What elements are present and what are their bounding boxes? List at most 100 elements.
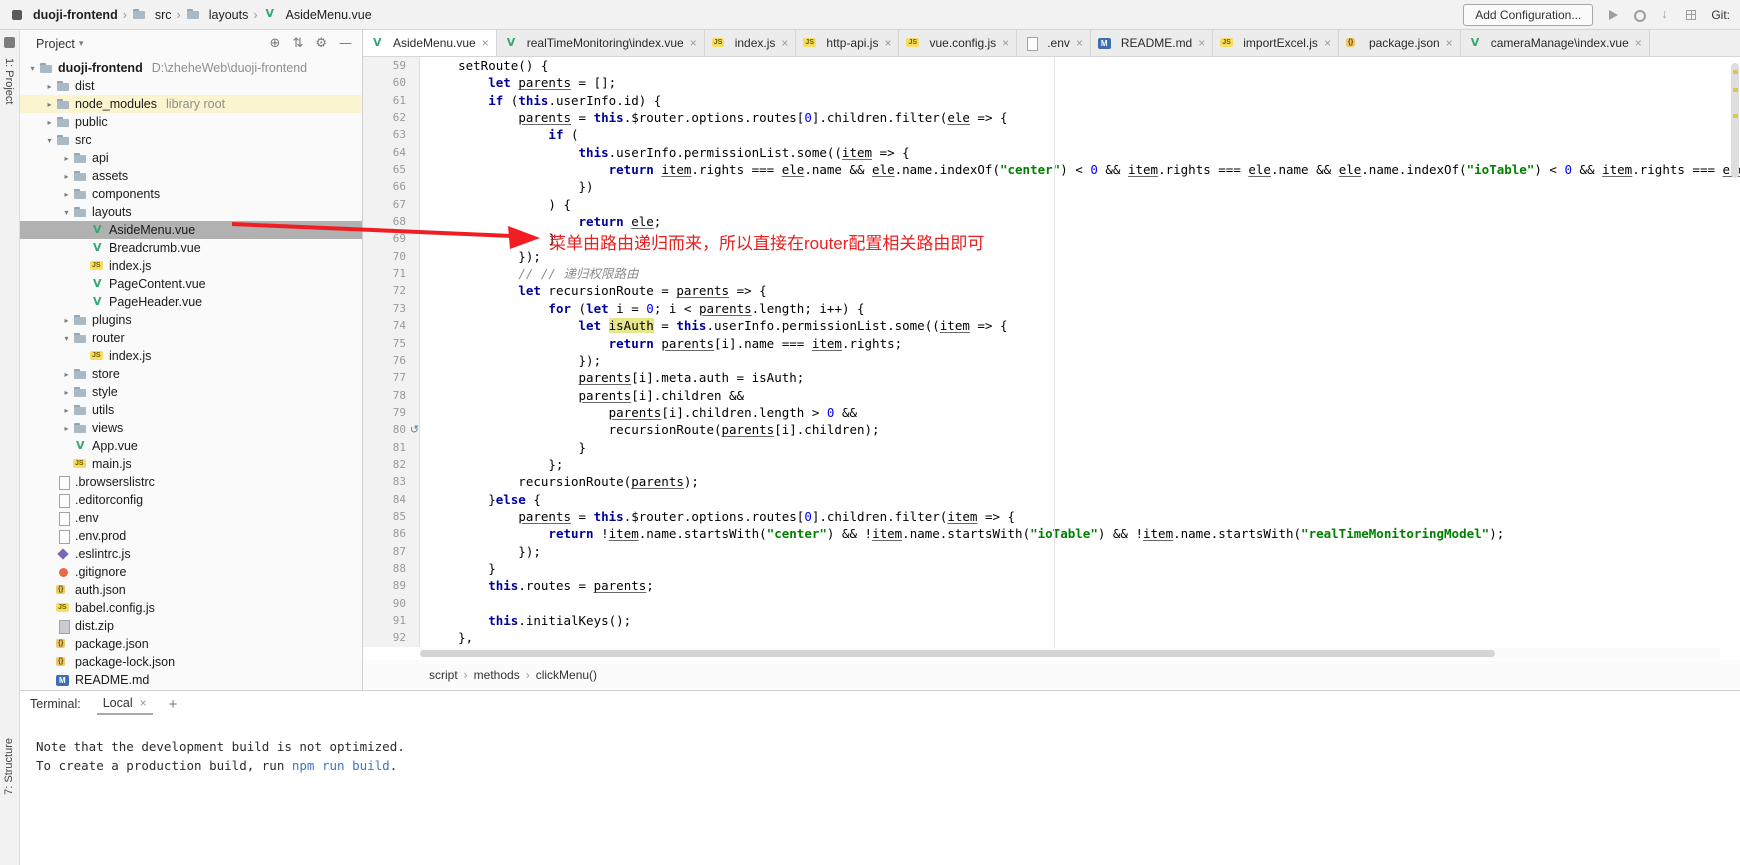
breadcrumb-item-src[interactable]: src: [132, 8, 172, 22]
tree-item-src[interactable]: src: [20, 131, 362, 149]
editor-breadcrumb-item-script[interactable]: script: [429, 668, 458, 682]
code-line[interactable]: 86 return !item.name.startsWith("center"…: [363, 525, 1740, 542]
tool-window-project-button[interactable]: 1: Project: [3, 58, 15, 104]
line-number-gutter[interactable]: 72: [363, 282, 420, 299]
tree-item-router[interactable]: router: [20, 329, 362, 347]
locate-icon[interactable]: [270, 36, 281, 51]
update-project-icon[interactable]: [1657, 7, 1673, 23]
grid-icon[interactable]: [1683, 7, 1699, 23]
code-line[interactable]: 92 },: [363, 629, 1740, 646]
line-number-gutter[interactable]: 65: [363, 161, 420, 178]
code-line[interactable]: 65 return item.rights === ele.name && el…: [363, 161, 1740, 178]
code-line[interactable]: 70 });: [363, 248, 1740, 265]
line-number-gutter[interactable]: 77: [363, 369, 420, 386]
tree-item-.env[interactable]: .env: [20, 509, 362, 527]
code-line[interactable]: 83 recursionRoute(parents);: [363, 473, 1740, 490]
run-icon[interactable]: [1605, 7, 1621, 23]
line-number-gutter[interactable]: 68: [363, 213, 420, 230]
breadcrumb-item-AsideMenu.vue[interactable]: AsideMenu.vue: [263, 8, 372, 22]
tree-item-dist.zip[interactable]: dist.zip: [20, 617, 362, 635]
scrollbar-thumb[interactable]: [420, 650, 1495, 657]
tree-item-style[interactable]: style: [20, 383, 362, 401]
hide-panel-icon[interactable]: [339, 36, 352, 51]
line-number-gutter[interactable]: 75: [363, 335, 420, 352]
line-number-gutter[interactable]: 67: [363, 196, 420, 213]
chevron-collapsed-icon[interactable]: [60, 406, 73, 415]
tree-item-.editorconfig[interactable]: .editorconfig: [20, 491, 362, 509]
code-line[interactable]: 79 parents[i].children.length > 0 &&: [363, 404, 1740, 421]
line-number-gutter[interactable]: 60: [363, 74, 420, 91]
vertical-scrollbar[interactable]: [1731, 59, 1739, 644]
code-line[interactable]: 62 parents = this.$router.options.routes…: [363, 109, 1740, 126]
tree-item-babel.config.js[interactable]: babel.config.js: [20, 599, 362, 617]
line-number-gutter[interactable]: 70: [363, 248, 420, 265]
code-line[interactable]: 67 ) {: [363, 196, 1740, 213]
tree-item-dist[interactable]: dist: [20, 77, 362, 95]
close-icon[interactable]: [1324, 36, 1331, 50]
code-line[interactable]: 78 parents[i].children &&: [363, 387, 1740, 404]
tab-package.json[interactable]: package.json: [1339, 30, 1461, 56]
code-line[interactable]: 61 if (this.userInfo.id) {: [363, 92, 1740, 109]
terminal-tab-local[interactable]: Local: [97, 693, 153, 715]
tab-cameraManage-index.vue[interactable]: cameraManage\index.vue: [1461, 30, 1650, 56]
line-number-gutter[interactable]: 61: [363, 92, 420, 109]
chevron-collapsed-icon[interactable]: [43, 82, 56, 91]
tree-item-package.json[interactable]: package.json: [20, 635, 362, 653]
code-line[interactable]: 75 return parents[i].name === item.right…: [363, 335, 1740, 352]
git-branch-button[interactable]: Git:: [1711, 8, 1730, 22]
code-line[interactable]: 84 }else {: [363, 491, 1740, 508]
chevron-collapsed-icon[interactable]: [60, 388, 73, 397]
tree-item-store[interactable]: store: [20, 365, 362, 383]
chevron-down-icon[interactable]: [79, 38, 84, 49]
chevron-collapsed-icon[interactable]: [60, 370, 73, 379]
line-number-gutter[interactable]: 71: [363, 265, 420, 282]
code-line[interactable]: 90: [363, 595, 1740, 612]
tree-item-public[interactable]: public: [20, 113, 362, 131]
tool-window-structure-button[interactable]: 7: Structure: [3, 738, 15, 795]
scrollbar-thumb[interactable]: [1731, 63, 1739, 178]
chevron-collapsed-icon[interactable]: [60, 424, 73, 433]
tree-item-App.vue[interactable]: App.vue: [20, 437, 362, 455]
close-icon[interactable]: [140, 696, 147, 710]
tab-index.js[interactable]: index.js: [705, 30, 797, 56]
code-line[interactable]: 72 let recursionRoute = parents => {: [363, 282, 1740, 299]
line-number-gutter[interactable]: 62: [363, 109, 420, 126]
tree-item-index.js[interactable]: index.js: [20, 257, 362, 275]
code-line[interactable]: 63 if (: [363, 126, 1740, 143]
line-number-gutter[interactable]: 88: [363, 560, 420, 577]
tree-item-.eslintrc.js[interactable]: .eslintrc.js: [20, 545, 362, 563]
code-line[interactable]: 59 setRoute() {: [363, 57, 1740, 74]
code-line[interactable]: 71 // // 递归权限路由: [363, 265, 1740, 282]
tree-item-.browserslistrc[interactable]: .browserslistrc: [20, 473, 362, 491]
breadcrumb-item-layouts[interactable]: layouts: [186, 8, 249, 22]
tab-README.md[interactable]: README.md: [1091, 30, 1213, 56]
code-line[interactable]: 60 let parents = [];: [363, 74, 1740, 91]
line-number-gutter[interactable]: 82: [363, 456, 420, 473]
tab-importExcel.js[interactable]: importExcel.js: [1213, 30, 1339, 56]
line-number-gutter[interactable]: 83: [363, 473, 420, 490]
new-terminal-icon[interactable]: [169, 696, 178, 713]
code-line[interactable]: 68 return ele;: [363, 213, 1740, 230]
debug-icon[interactable]: [1631, 7, 1647, 23]
tab-realTimeMonitoring-index.vue[interactable]: realTimeMonitoring\index.vue: [497, 30, 705, 56]
tree-item-duoji-frontend[interactable]: duoji-frontendD:\zheheWeb\duoji-frontend: [20, 59, 362, 77]
code-line[interactable]: 87 });: [363, 543, 1740, 560]
line-number-gutter[interactable]: 78: [363, 387, 420, 404]
tree-item-api[interactable]: api: [20, 149, 362, 167]
line-number-gutter[interactable]: 89: [363, 577, 420, 594]
line-number-gutter[interactable]: 84: [363, 491, 420, 508]
code-line[interactable]: 89 this.routes = parents;: [363, 577, 1740, 594]
tree-item-layouts[interactable]: layouts: [20, 203, 362, 221]
tree-item-auth.json[interactable]: auth.json: [20, 581, 362, 599]
line-number-gutter[interactable]: 69: [363, 230, 420, 247]
tree-item-main.js[interactable]: main.js: [20, 455, 362, 473]
chevron-expanded-icon[interactable]: [43, 136, 56, 145]
chevron-collapsed-icon[interactable]: [60, 172, 73, 181]
chevron-collapsed-icon[interactable]: [60, 190, 73, 199]
tree-item-node-modules[interactable]: node_moduleslibrary root: [20, 95, 362, 113]
line-number-gutter[interactable]: 59: [363, 57, 420, 74]
line-number-gutter[interactable]: 80: [363, 421, 420, 438]
line-number-gutter[interactable]: 64: [363, 144, 420, 161]
tab-vue.config.js[interactable]: vue.config.js: [899, 30, 1017, 56]
line-number-gutter[interactable]: 74: [363, 317, 420, 334]
